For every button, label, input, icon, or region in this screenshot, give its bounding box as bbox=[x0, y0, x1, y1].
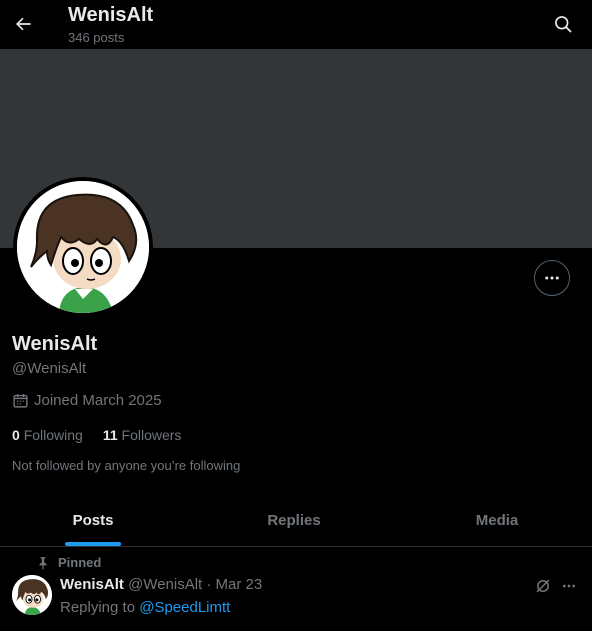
joined-text: Joined March 2025 bbox=[34, 392, 162, 409]
page-title: WenisAlt bbox=[68, 4, 154, 26]
post-author-name[interactable]: WenisAlt bbox=[60, 576, 124, 593]
grok-button[interactable] bbox=[532, 575, 554, 597]
search-icon bbox=[555, 16, 572, 33]
search-button[interactable] bbox=[548, 9, 578, 39]
replying-to-link[interactable]: @SpeedLimtt bbox=[139, 599, 230, 616]
tab-label: Replies bbox=[267, 511, 321, 529]
followed-by-note: Not followed by anyone you’re following bbox=[12, 458, 241, 473]
post-header: WenisAlt @WenisAlt · Mar 23 bbox=[60, 576, 262, 593]
followers-link[interactable]: 11 Followers bbox=[103, 427, 182, 443]
top-bar: WenisAlt 346 posts bbox=[0, 0, 592, 49]
profile-tabs: Posts Replies Media bbox=[0, 494, 592, 547]
profile-avatar[interactable] bbox=[13, 177, 153, 317]
post-more-button[interactable] bbox=[558, 575, 580, 597]
grok-icon bbox=[536, 579, 550, 593]
tab-media[interactable]: Media bbox=[402, 494, 592, 546]
calendar-icon bbox=[13, 394, 28, 408]
profile-handle: @WenisAlt bbox=[12, 360, 87, 377]
tab-posts[interactable]: Posts bbox=[0, 494, 186, 546]
following-link[interactable]: 0 Following bbox=[12, 427, 83, 443]
tab-replies[interactable]: Replies bbox=[186, 494, 402, 546]
pinned-label: Pinned bbox=[58, 555, 102, 570]
avatar-illustration bbox=[12, 575, 52, 615]
avatar-illustration bbox=[17, 181, 149, 313]
followers-count: 11 bbox=[102, 427, 118, 443]
more-horizontal-icon bbox=[545, 276, 559, 280]
following-count: 0 bbox=[12, 427, 20, 443]
followers-label: Followers bbox=[121, 427, 182, 443]
active-tab-indicator bbox=[65, 542, 121, 546]
joined-date: Joined March 2025 bbox=[12, 392, 162, 409]
more-horizontal-icon bbox=[563, 584, 575, 588]
back-arrow-icon bbox=[16, 17, 31, 31]
avatar bbox=[16, 180, 150, 314]
follow-stats: 0 Following 11 Followers bbox=[12, 427, 181, 443]
replying-prefix: Replying to bbox=[60, 599, 136, 616]
pin-icon bbox=[39, 556, 47, 570]
tab-label: Media bbox=[475, 511, 519, 529]
pinned-indicator: Pinned bbox=[36, 555, 101, 570]
post-count: 346 posts bbox=[68, 30, 125, 45]
post-author-meta[interactable]: @WenisAlt · Mar 23 bbox=[128, 576, 262, 593]
tab-label: Posts bbox=[72, 511, 114, 529]
following-label: Following bbox=[23, 427, 83, 443]
post-author-avatar[interactable] bbox=[12, 575, 52, 615]
profile-more-button[interactable] bbox=[534, 260, 570, 296]
replying-to: Replying to @SpeedLimtt bbox=[60, 599, 230, 616]
back-button[interactable] bbox=[8, 9, 38, 39]
profile-display-name: WenisAlt bbox=[12, 333, 98, 355]
